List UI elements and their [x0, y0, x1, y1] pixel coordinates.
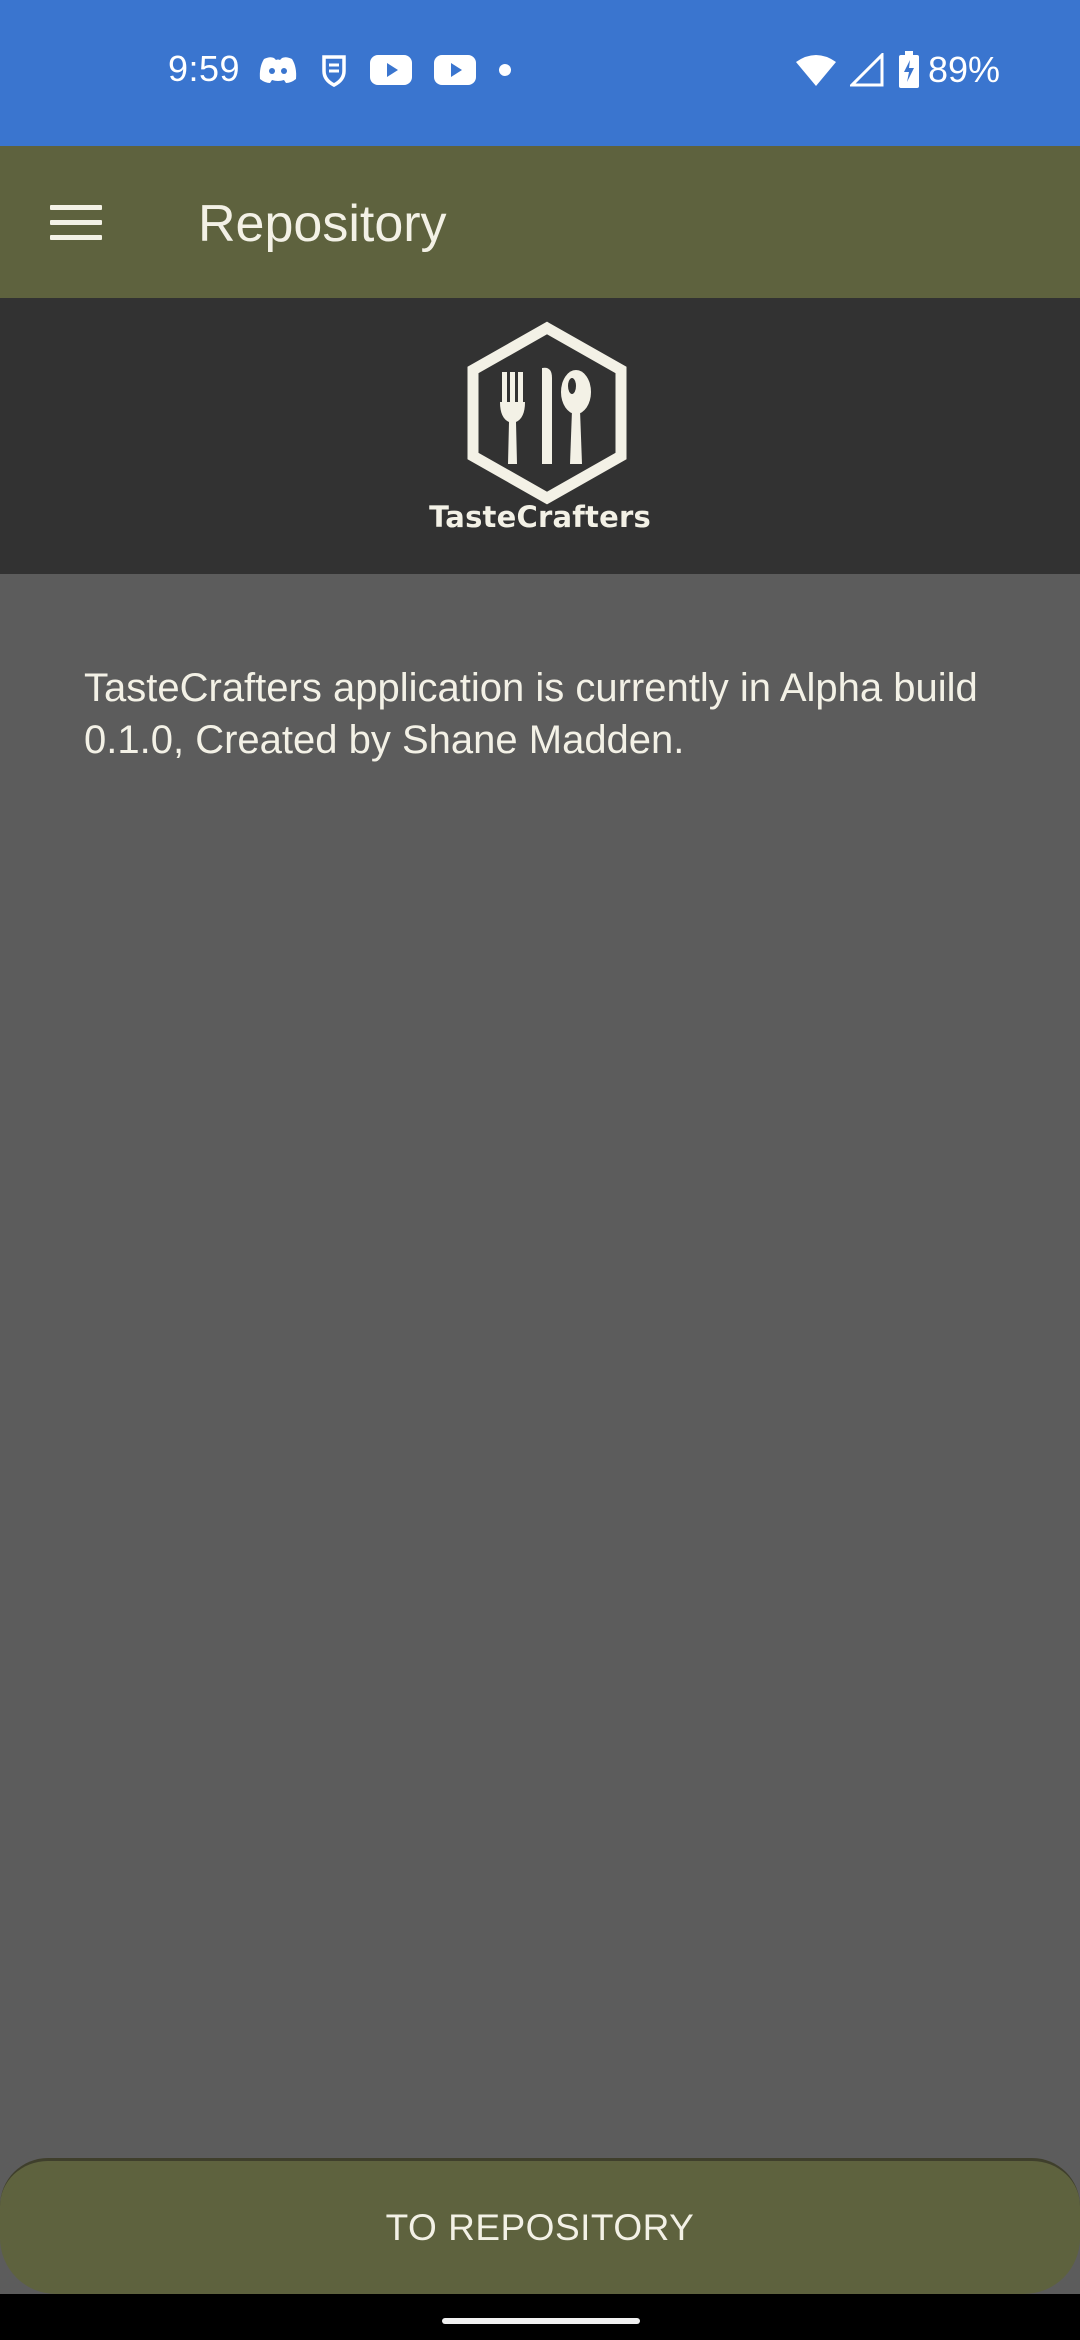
hamburger-menu-button[interactable] [34, 186, 118, 258]
logo-banner: TasteCrafters [0, 298, 1080, 574]
menu-icon-bar [50, 234, 102, 240]
cell-signal-icon [849, 53, 884, 87]
to-repository-button-label: TO REPOSITORY [385, 2206, 695, 2248]
status-time: 9:59 [168, 48, 241, 89]
notification-icons [258, 50, 534, 90]
battery-percent: 89% [927, 49, 1000, 90]
app-bar: Repository [0, 146, 1080, 298]
menu-icon-bar [50, 204, 102, 210]
app-description: TasteCrafters application is currently i… [84, 666, 978, 762]
battery-charging-icon [898, 51, 920, 89]
navigation-bar [0, 2294, 1080, 2340]
system-icons: 89% [782, 48, 1000, 92]
discord-icon [258, 55, 298, 85]
youtube-icon [434, 55, 476, 85]
status-bar: 9:59 89% [0, 0, 1080, 146]
to-repository-button[interactable]: TO REPOSITORY [0, 2158, 1080, 2294]
dot-icon [498, 63, 512, 77]
bitwarden-icon [320, 53, 348, 87]
page-title: Repository [198, 195, 447, 253]
brand-name: TasteCrafters [429, 500, 651, 534]
menu-icon-bar [50, 219, 102, 225]
wifi-icon [795, 54, 836, 86]
youtube-icon [370, 55, 412, 85]
hexagon-fork-knife-spoon-icon [467, 321, 627, 505]
home-gesture-handle[interactable] [442, 2318, 640, 2324]
screen: 9:59 89% Repository TasteCrafters TasteC… [0, 0, 1080, 2340]
